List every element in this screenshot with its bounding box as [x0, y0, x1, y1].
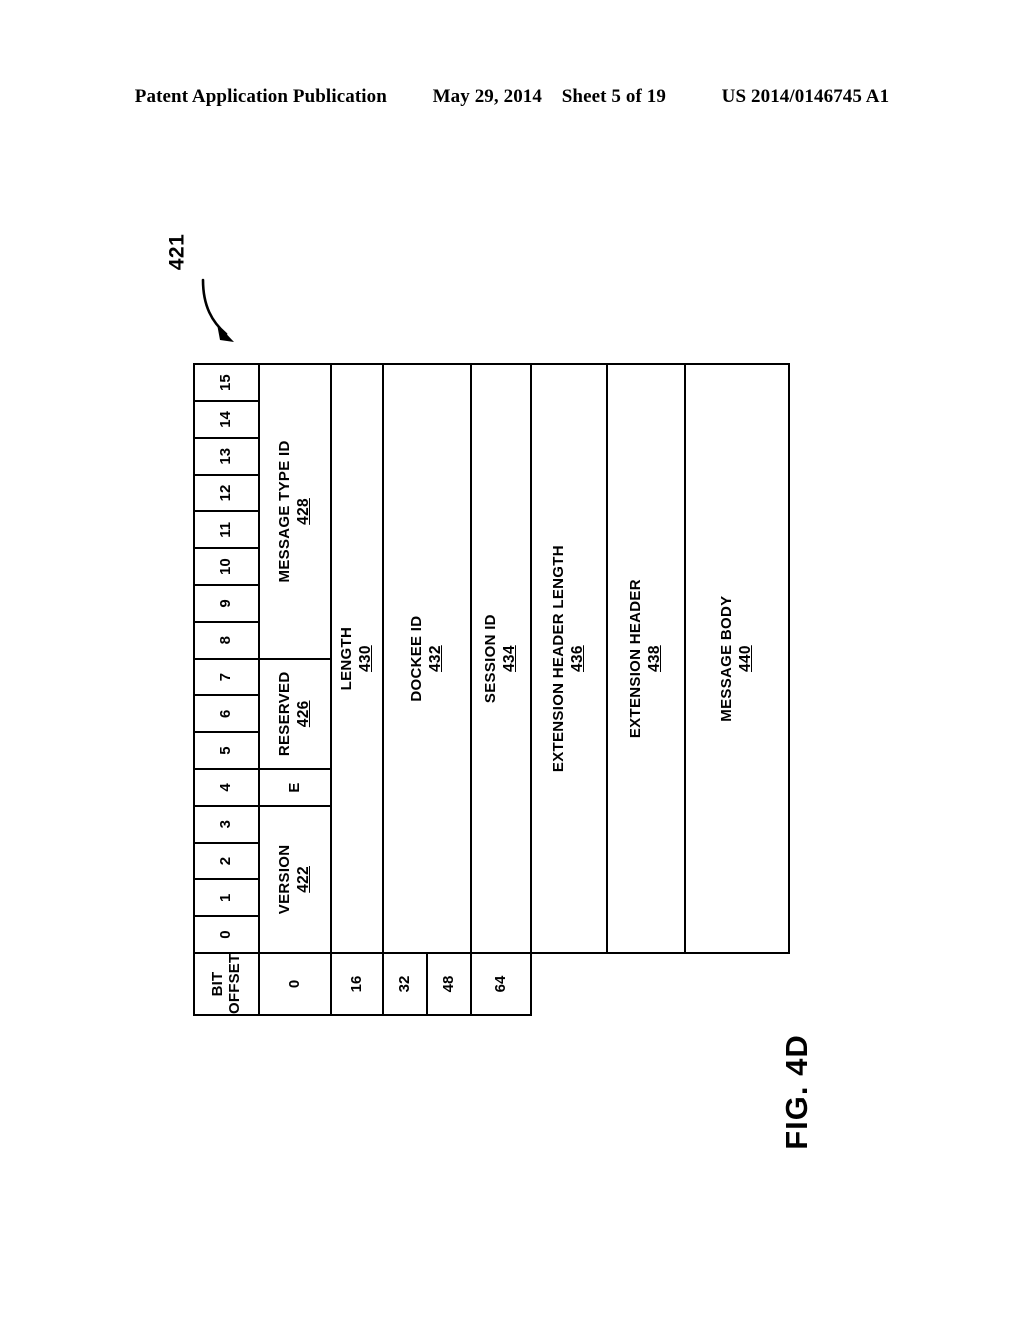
field-dockee-id-ref: 432	[427, 645, 445, 673]
packet-format-figure: BIT OFFSET 0 1 2 3 4 5 6 7 8 9 10 11 12 …	[193, 364, 790, 1016]
field-message-type-id-label: MESSAGE TYPE ID	[276, 440, 294, 583]
field-reserved-ref: 426	[295, 700, 313, 728]
patent-number: US 2014/0146745 A1	[721, 86, 890, 107]
field-extension-header: EXTENSION HEADER 438	[607, 364, 685, 953]
table-row: 32 DOCKEE ID 432	[383, 364, 471, 1015]
bit-number-cell: 0	[194, 916, 259, 953]
field-reserved: RESERVED 426	[259, 658, 331, 770]
field-e: E	[259, 769, 331, 806]
table-row: 0 VERSION 422 E RESERVED 426 MESSAGE TYP…	[259, 364, 331, 1015]
table-row: EXTENSION HEADER LENGTH 436	[531, 364, 607, 1015]
bit-number-cell: 12	[194, 474, 259, 512]
bit-number-cell: 4	[194, 769, 259, 806]
bit-offset-cell-64: 64	[471, 953, 531, 1015]
callout-421: 421	[165, 218, 288, 353]
bit-number-cell: 1	[194, 879, 259, 917]
field-e-label: E	[285, 782, 303, 793]
field-extension-header-length-label: EXTENSION HEADER LENGTH	[550, 545, 568, 773]
table-row: 16 LENGTH 430	[331, 364, 383, 1015]
bit-number-cell: 9	[194, 585, 259, 622]
field-extension-header-label: EXTENSION HEADER	[627, 579, 645, 739]
field-message-type-id-ref: 428	[295, 498, 313, 525]
field-length: LENGTH 430	[331, 364, 383, 953]
field-message-body: MESSAGE BODY 440	[685, 364, 789, 953]
table-row: MESSAGE BODY 440	[685, 364, 789, 1015]
page-header: Patent Application Publication May 29, 2…	[0, 86, 1024, 108]
figure-caption: FIG. 4D	[737, 1022, 857, 1162]
table-row: EXTENSION HEADER 438	[607, 364, 685, 1015]
field-extension-header-length-ref: 436	[569, 645, 587, 673]
field-message-body-ref: 440	[737, 645, 755, 673]
field-session-id-label: SESSION ID	[482, 614, 500, 704]
table-row: 64 SESSION ID 434	[471, 364, 531, 1015]
bit-number-cell: 15	[194, 364, 259, 402]
bit-offset-cell-16: 16	[331, 953, 383, 1015]
bit-number-cell: 13	[194, 437, 259, 475]
field-version-label: VERSION	[276, 844, 294, 915]
publication-date: May 29, 2014	[432, 86, 543, 107]
bit-number-cell: 14	[194, 401, 259, 438]
field-version: VERSION 422	[259, 805, 331, 953]
bit-number-cell: 5	[194, 732, 259, 770]
bit-offset-cell-empty	[685, 953, 789, 1015]
field-session-id: SESSION ID 434	[471, 364, 531, 953]
field-extension-header-ref: 438	[646, 645, 664, 673]
bit-number-cell: 2	[194, 842, 259, 880]
bit-number-cell: 11	[194, 511, 259, 549]
bit-offset-cell-48: 48	[427, 953, 471, 1015]
bit-offset-column-header: BIT OFFSET	[194, 953, 259, 1015]
field-reserved-label: RESERVED	[276, 671, 294, 757]
table-header-row: BIT OFFSET 0 1 2 3 4 5 6 7 8 9 10 11 12 …	[194, 364, 259, 1015]
figure-caption-label: FIG. 4D	[778, 1034, 814, 1150]
field-dockee-id-label: DOCKEE ID	[408, 615, 426, 702]
field-length-ref: 430	[357, 645, 375, 673]
bit-offset-header-line1: BIT	[208, 971, 226, 997]
field-message-body-label: MESSAGE BODY	[718, 595, 736, 722]
field-version-ref: 422	[295, 866, 313, 893]
field-message-type-id: MESSAGE TYPE ID 428	[259, 364, 331, 659]
field-session-id-ref: 434	[501, 645, 519, 673]
field-length-label: LENGTH	[338, 626, 356, 691]
bit-offset-cell-empty	[531, 953, 607, 1015]
bit-number-cell: 3	[194, 805, 259, 843]
bit-offset-header-line2: OFFSET	[225, 953, 243, 1014]
sheet-number: Sheet 5 of 19	[561, 86, 666, 107]
bit-number-cell: 6	[194, 695, 259, 733]
field-extension-header-length: EXTENSION HEADER LENGTH 436	[531, 364, 607, 953]
publication-title: Patent Application Publication	[134, 86, 387, 107]
packet-format-table: BIT OFFSET 0 1 2 3 4 5 6 7 8 9 10 11 12 …	[193, 363, 790, 1016]
bit-number-cell: 8	[194, 621, 259, 659]
leader-arrow-icon	[201, 278, 234, 342]
bit-offset-cell-0: 0	[259, 953, 331, 1015]
bit-offset-cell-32: 32	[383, 953, 427, 1015]
field-dockee-id: DOCKEE ID 432	[383, 364, 471, 953]
bit-offset-cell-empty	[607, 953, 685, 1015]
bit-number-cell: 7	[194, 658, 259, 696]
bit-number-cell: 10	[194, 548, 259, 586]
